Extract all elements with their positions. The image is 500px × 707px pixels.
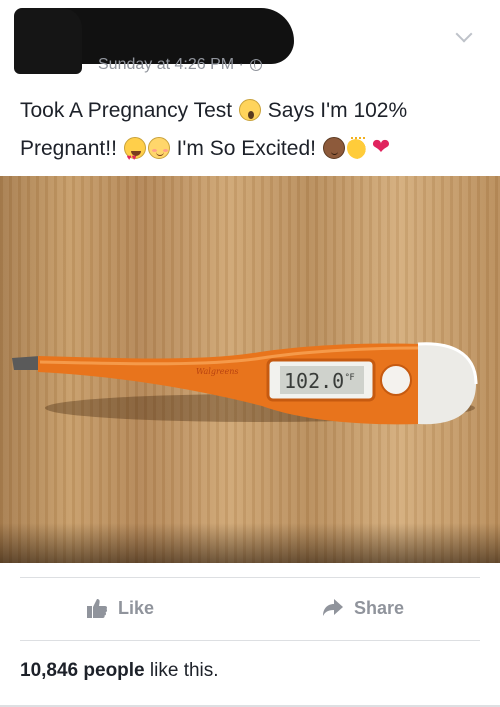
share-label[interactable]: Share: [354, 598, 404, 619]
red-heart-emoji-icon: [371, 134, 393, 160]
post-photo[interactable]: 102.0 °F Walgreens: [0, 176, 500, 563]
share-arrow-icon: [323, 599, 343, 616]
display-unit: °F: [345, 373, 355, 383]
globe-icon: [249, 59, 262, 71]
share-button[interactable]: Share: [322, 578, 404, 638]
divider: [20, 640, 480, 641]
post-action-bar: Like Share: [0, 578, 500, 638]
screaming-face-emoji-icon: [238, 99, 261, 121]
post-text-part: Took A Pregnancy Test: [20, 99, 238, 122]
post-text-part: Pregnant!!: [20, 137, 123, 160]
heart-eyes-emoji-icon: [123, 137, 146, 177]
redacted-avatar: [14, 8, 82, 74]
likes-summary[interactable]: 10,846 people like this.: [20, 660, 219, 682]
photo-bottom-shadow: [0, 523, 500, 563]
brand-logo-text: Walgreens: [196, 367, 239, 376]
timestamp-text[interactable]: Sunday at 4:26 PM ·: [98, 56, 244, 74]
post-text-part: I'm So Excited!: [170, 137, 322, 160]
post-timestamp[interactable]: Sunday at 4:26 PM ·: [98, 56, 262, 74]
likes-suffix: like this.: [144, 660, 219, 681]
thermometer-image: 102.0 °F Walgreens: [12, 342, 478, 425]
smiling-blush-emoji-icon: [147, 137, 170, 159]
thermometer-tip: [12, 356, 42, 370]
like-button[interactable]: Like: [86, 578, 154, 638]
baby-emoji-icon: [322, 137, 345, 159]
display-reading: 102.0: [284, 369, 344, 393]
chevron-down-icon[interactable]: [455, 25, 473, 43]
post-text: Took A Pregnancy Test Says I'm 102% Preg…: [20, 92, 490, 177]
facebook-post: Sunday at 4:26 PM · Took A Pregnancy Tes…: [0, 0, 500, 707]
thermometer-button: [380, 364, 412, 396]
post-text-part: Says I'm 102%: [261, 99, 408, 122]
likes-count[interactable]: 10,846 people: [20, 660, 145, 681]
thumbs-up-icon: [87, 599, 108, 618]
like-label[interactable]: Like: [118, 598, 154, 619]
clapping-hands-emoji-icon: [346, 137, 369, 159]
post-header: Sunday at 4:26 PM ·: [0, 0, 500, 84]
